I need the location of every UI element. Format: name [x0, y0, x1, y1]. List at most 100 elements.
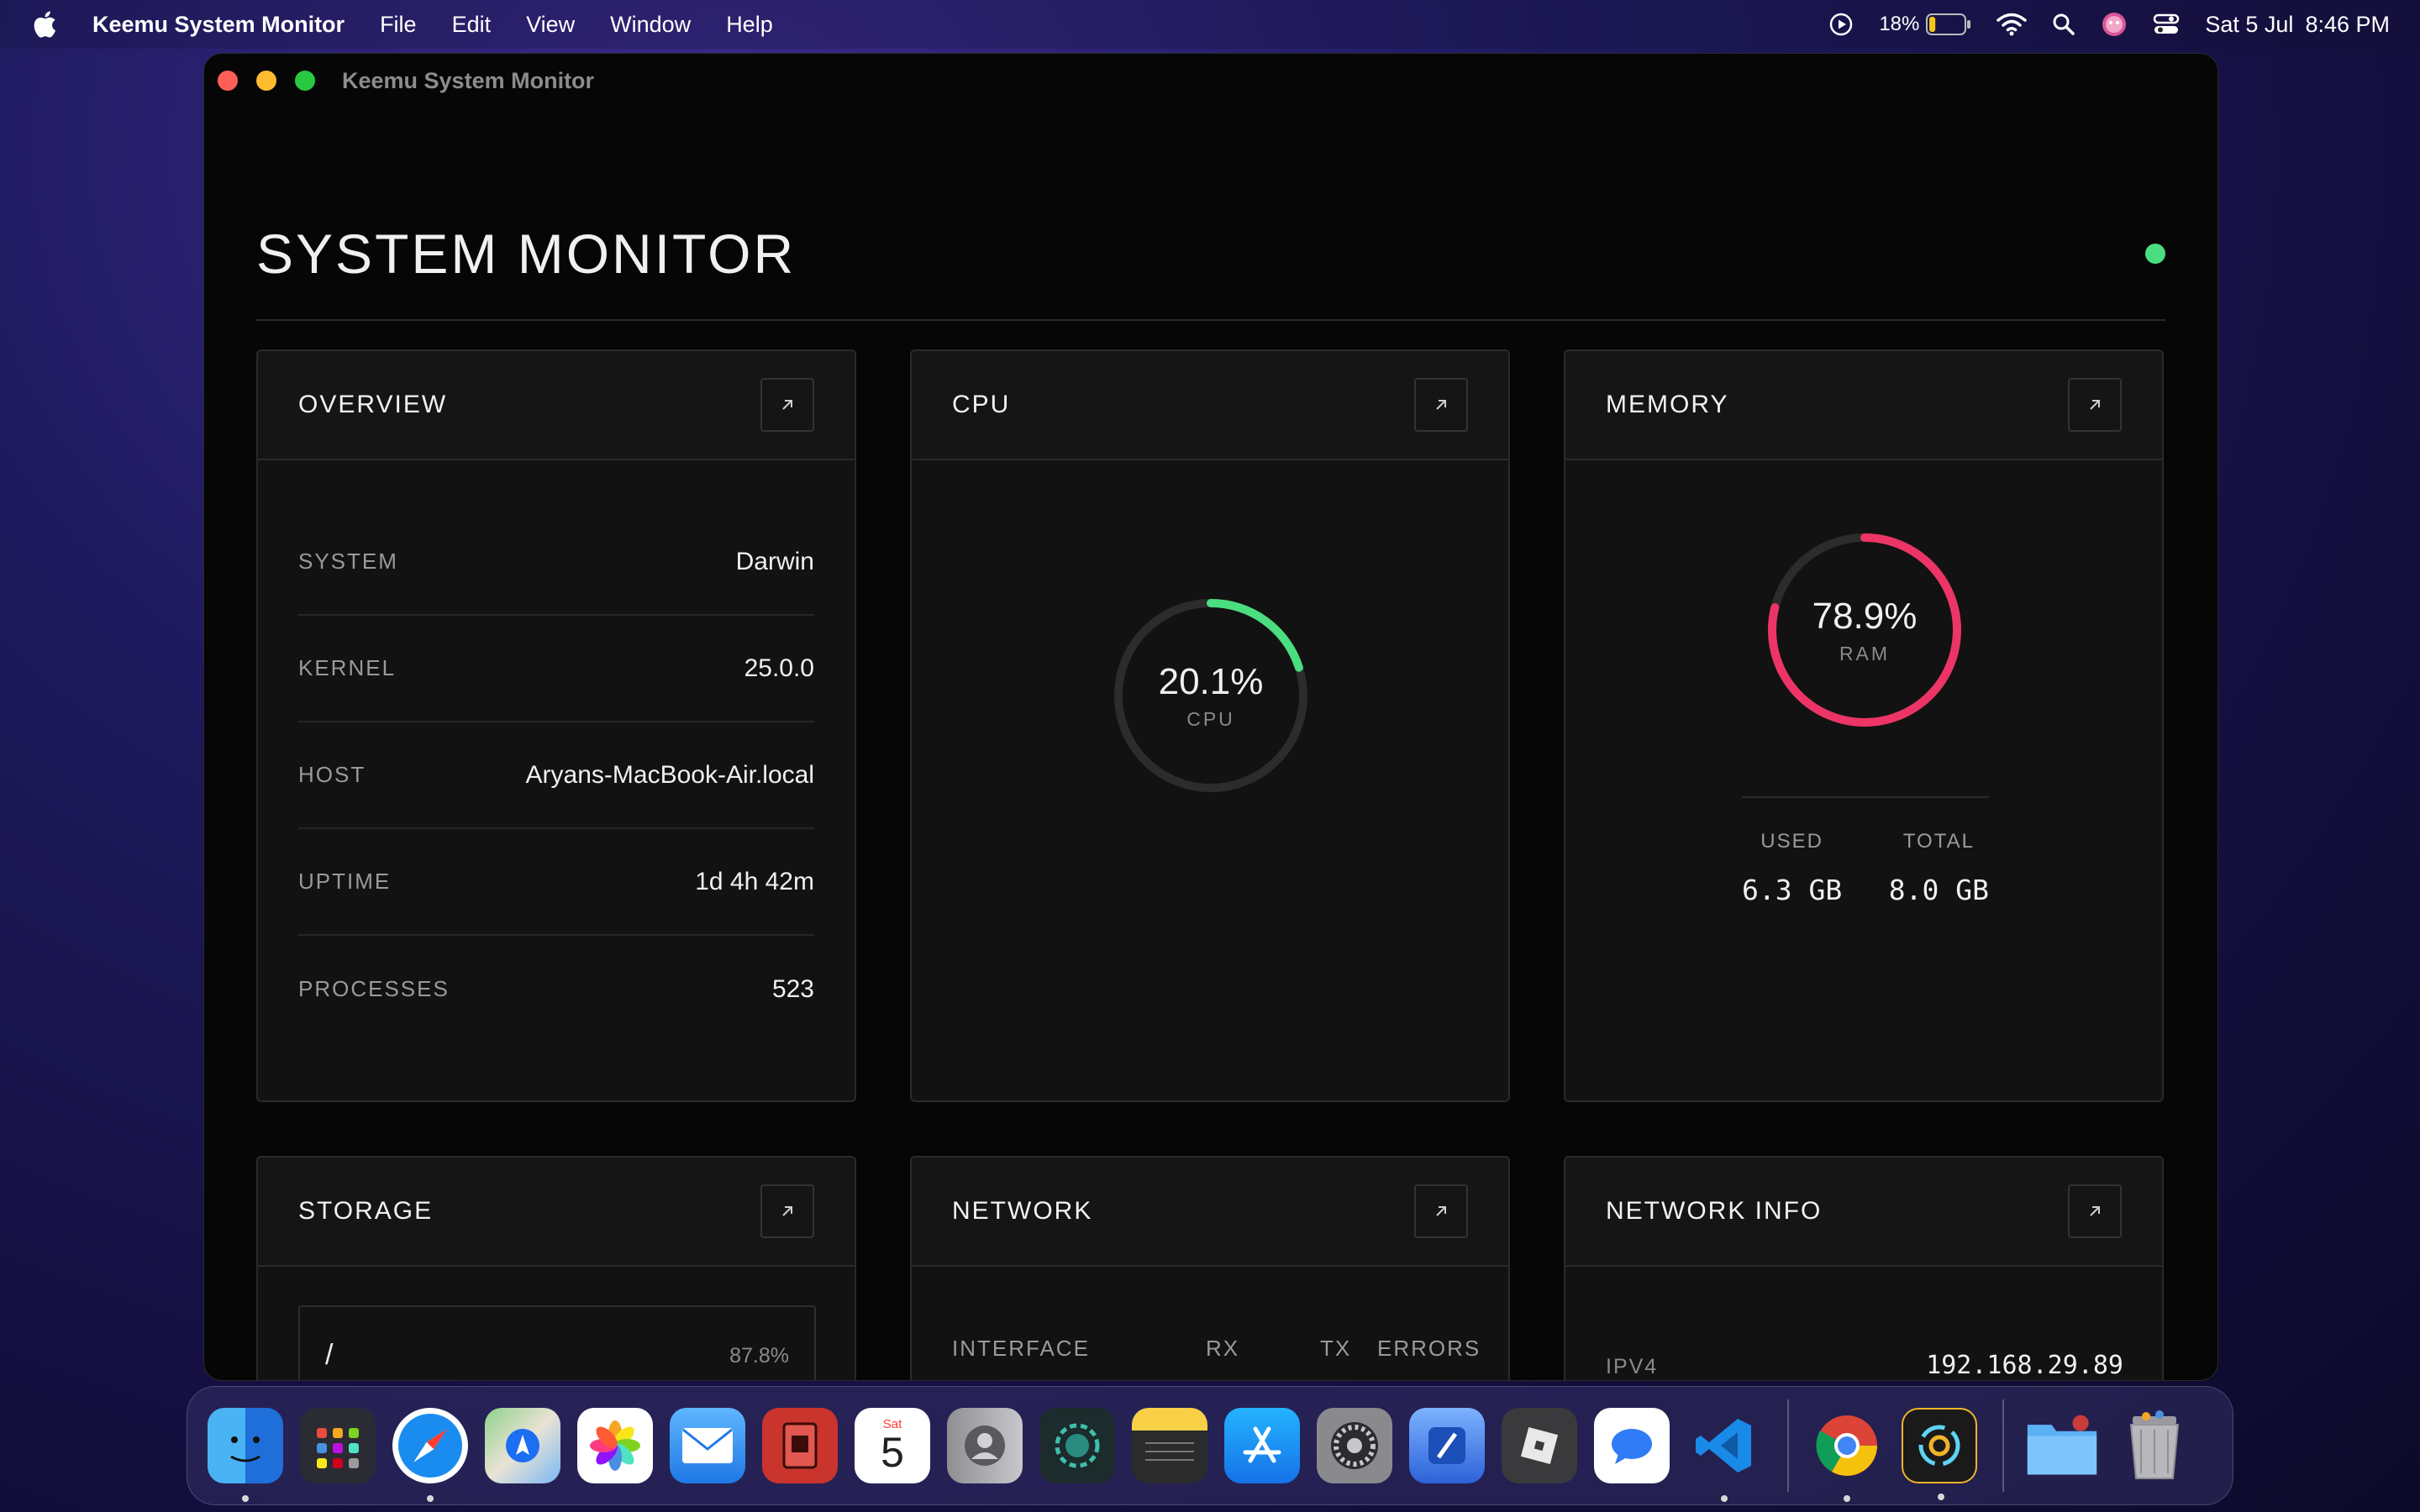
storage-volume[interactable]: / 87.8% — [298, 1305, 816, 1380]
cpu-percent: 20.1% — [1158, 660, 1264, 702]
control-center-icon[interactable] — [2153, 13, 2180, 36]
running-indicator — [1721, 1495, 1728, 1502]
launchpad-icon[interactable] — [300, 1408, 376, 1483]
page-header: SYSTEM MONITOR — [256, 171, 2165, 321]
card-header: MEMORY — [1565, 351, 2162, 460]
arrow-up-right-icon — [2090, 1206, 2100, 1216]
app-window: Keemu System Monitor SYSTEM MONITOR OVER… — [203, 53, 2218, 1381]
app-store-icon[interactable] — [1224, 1408, 1300, 1483]
memory-used-stat: USED 6.3 GB — [1742, 830, 1842, 906]
row-key: UPTIME — [298, 869, 392, 894]
running-indicator — [242, 1495, 249, 1502]
app-icon[interactable] — [762, 1408, 838, 1483]
trash-icon[interactable] — [2117, 1408, 2192, 1483]
spotlight-search-icon[interactable] — [2052, 13, 2075, 36]
apple-menu-icon[interactable] — [32, 10, 57, 39]
battery-percent: 18% — [1879, 13, 1920, 35]
calendar-icon[interactable]: Sat 5 — [855, 1408, 930, 1483]
menu-bar: Keemu System Monitor File Edit View Wind… — [0, 0, 2420, 49]
cpu-card: CPU 20.1% CPU — [910, 349, 1510, 1102]
vscode-icon[interactable] — [1686, 1408, 1762, 1502]
arrow-up-right-icon — [1436, 1206, 1446, 1216]
running-indicator — [1844, 1495, 1850, 1502]
memory-card: MEMORY 78.9% RAM USED 6.3 GB TOTAL 8.0 G… — [1564, 349, 2164, 1102]
expand-storage-button[interactable] — [760, 1184, 814, 1238]
system-settings-icon[interactable] — [1317, 1408, 1392, 1483]
xcode-icon[interactable] — [1409, 1408, 1485, 1483]
row-key: IPV4 — [1606, 1355, 1659, 1378]
app-icon[interactable] — [1039, 1408, 1115, 1483]
expand-cpu-button[interactable] — [1414, 378, 1468, 432]
photos-icon[interactable] — [577, 1408, 653, 1483]
row-value: 192.168.29.89 — [1926, 1351, 2123, 1380]
user-avatar-icon[interactable] — [2101, 11, 2128, 38]
page-title: SYSTEM MONITOR — [256, 223, 797, 285]
downloads-folder-icon[interactable] — [2024, 1408, 2100, 1483]
memory-gauge: 78.9% RAM — [1764, 529, 1965, 731]
dock-separator — [1787, 1399, 1789, 1492]
minimize-window-button[interactable] — [256, 71, 276, 91]
running-indicator — [1938, 1494, 1944, 1500]
memory-gauge-label: RAM — [1839, 642, 1891, 664]
column-header-interface: INTERFACE — [952, 1336, 1090, 1361]
overview-list: SYSTEM Darwin KERNEL 25.0.0 HOST Aryans-Mac… — [258, 460, 855, 1042]
arrow-up-right-icon — [782, 400, 792, 410]
expand-network-info-button[interactable] — [2068, 1184, 2122, 1238]
keemu-icon[interactable] — [1902, 1408, 1977, 1500]
stat-label: USED — [1760, 830, 1823, 853]
overview-row-system: SYSTEM Darwin — [298, 509, 814, 616]
expand-overview-button[interactable] — [760, 378, 814, 432]
dock: Sat 5 — [187, 1386, 2233, 1505]
network-info-card: NETWORK INFO IPV4 192.168.29.89 — [1564, 1156, 2164, 1380]
close-window-button[interactable] — [218, 71, 238, 91]
menu-date: Sat 5 Jul — [2205, 11, 2294, 37]
maps-icon[interactable] — [485, 1408, 560, 1483]
card-title: OVERVIEW — [298, 391, 448, 418]
finder-icon[interactable] — [208, 1408, 283, 1502]
card-title: STORAGE — [298, 1197, 434, 1225]
memory-percent: 78.9% — [1812, 595, 1918, 637]
storage-card: STORAGE / 87.8% — [256, 1156, 856, 1380]
card-header: STORAGE — [258, 1158, 855, 1267]
row-key: HOST — [298, 762, 366, 787]
row-key: SYSTEM — [298, 549, 398, 574]
wifi-icon[interactable] — [1996, 13, 2028, 36]
card-header: NETWORK — [912, 1158, 1508, 1267]
network-table-header: INTERFACE RX TX ERRORS — [952, 1336, 1507, 1362]
window-titlebar[interactable]: Keemu System Monitor — [204, 54, 2217, 108]
stat-label: TOTAL — [1902, 830, 1975, 853]
now-playing-icon[interactable] — [1828, 12, 1854, 37]
contacts-icon[interactable] — [947, 1408, 1023, 1483]
menu-window[interactable]: Window — [610, 12, 691, 38]
overview-row-uptime: UPTIME 1d 4h 42m — [298, 829, 814, 936]
menu-view[interactable]: View — [526, 12, 575, 38]
row-value: 523 — [771, 974, 814, 1003]
mail-icon[interactable] — [670, 1408, 745, 1483]
menu-time: 8:46 PM — [2305, 11, 2390, 37]
card-title: NETWORK — [952, 1197, 1093, 1225]
messages-icon[interactable] — [1594, 1408, 1670, 1483]
notes-icon[interactable] — [1132, 1408, 1207, 1483]
menu-edit[interactable]: Edit — [452, 12, 492, 38]
menu-help[interactable]: Help — [726, 12, 773, 38]
menu-app-name[interactable]: Keemu System Monitor — [92, 12, 345, 38]
column-header-tx: TX — [1320, 1336, 1352, 1361]
column-header-rx: RX — [1206, 1336, 1240, 1361]
expand-network-button[interactable] — [1414, 1184, 1468, 1238]
chrome-icon[interactable] — [1809, 1408, 1885, 1502]
expand-memory-button[interactable] — [2068, 378, 2122, 432]
card-header: CPU — [912, 351, 1508, 460]
safari-icon[interactable] — [392, 1408, 468, 1502]
roblox-icon[interactable] — [1502, 1408, 1577, 1483]
zoom-window-button[interactable] — [295, 71, 315, 91]
network-card: NETWORK INTERFACE RX TX ERRORS — [910, 1156, 1510, 1380]
arrow-up-right-icon — [1436, 400, 1446, 410]
battery-status[interactable]: 18% — [1879, 13, 1971, 36]
stat-value: 6.3 GB — [1742, 874, 1843, 906]
menu-file[interactable]: File — [380, 12, 417, 38]
cpu-gauge-label: CPU — [1186, 707, 1235, 730]
card-header: NETWORK INFO — [1565, 1158, 2162, 1267]
network-info-row-ipv4: IPV4 192.168.29.89 — [1606, 1351, 2123, 1380]
menu-clock[interactable]: Sat 5 Jul 8:46 PM — [2205, 12, 2390, 38]
dock-separator — [2002, 1399, 2004, 1492]
